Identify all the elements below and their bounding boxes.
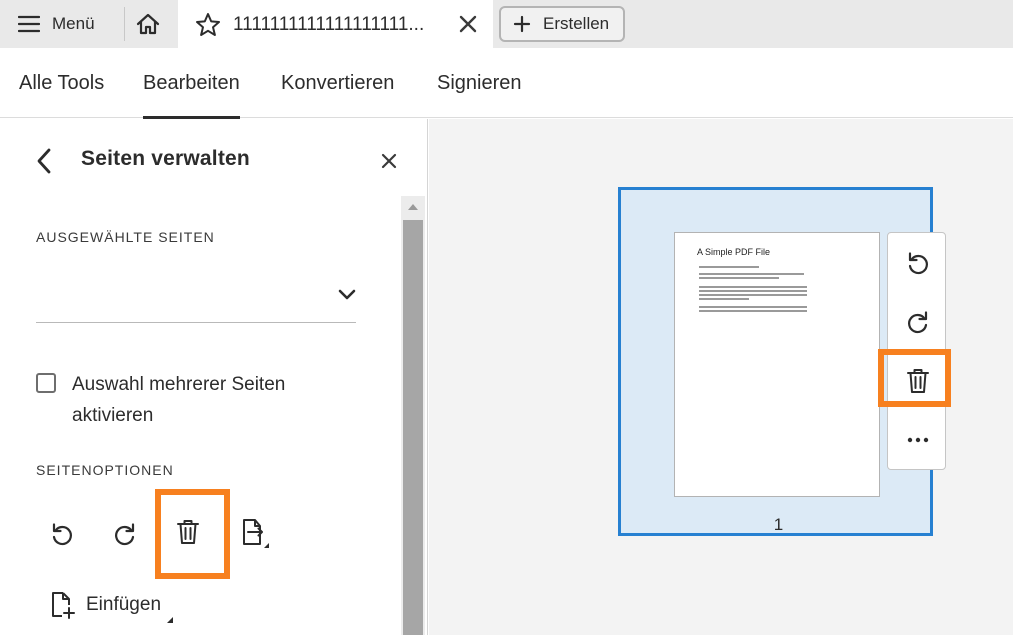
extract-page-icon — [238, 517, 270, 549]
page-canvas: A Simple PDF File 1 — [429, 119, 1013, 635]
pdf-text-line — [699, 306, 807, 308]
pdf-text-line — [699, 294, 807, 296]
pdf-preview-title: A Simple PDF File — [697, 247, 771, 257]
create-button[interactable]: Erstellen — [499, 6, 625, 42]
toolbar-rotate-left-button[interactable] — [888, 241, 947, 285]
pdf-text-line — [699, 273, 804, 275]
selected-pages-label: AUSGEWÄHLTE SEITEN — [36, 229, 215, 245]
insert-label: Einfügen — [86, 594, 162, 615]
trash-icon — [175, 518, 201, 546]
selected-pages-dropdown[interactable] — [36, 275, 356, 323]
close-tab-icon[interactable] — [458, 14, 478, 34]
pdf-text-line — [699, 277, 779, 279]
scroll-thumb[interactable] — [403, 220, 423, 635]
hamburger-icon — [18, 15, 40, 33]
pdf-text-line — [699, 286, 807, 288]
home-button[interactable] — [130, 6, 166, 42]
rotate-left-button[interactable] — [42, 514, 82, 554]
multi-select-checkbox[interactable] — [36, 373, 56, 393]
page-options-label: SEITENOPTIONEN — [36, 462, 174, 478]
rotate-counterclockwise-icon — [49, 521, 75, 547]
delete-page-button[interactable] — [168, 512, 208, 552]
pdf-text-line — [699, 310, 807, 312]
pdf-text-line — [699, 266, 759, 268]
insert-button[interactable]: Einfügen — [48, 589, 174, 623]
panel-scrollbar[interactable] — [401, 196, 425, 635]
multi-select-label: Auswahl mehrerer Seiten aktivieren — [72, 374, 286, 426]
more-options-icon — [907, 437, 929, 443]
document-tab[interactable]: 1111111111111111111... — [178, 0, 493, 48]
pdf-text-line — [699, 290, 807, 292]
nav-edit[interactable]: Bearbeiten — [143, 72, 240, 119]
chevron-down-icon — [338, 289, 356, 301]
tool-nav: Alle Tools Bearbeiten Konvertieren Signi… — [0, 48, 1013, 119]
tab-divider — [124, 7, 125, 41]
manage-pages-panel: Seiten verwalten AUSGEWÄHLTE SEITEN Ausw… — [0, 119, 428, 635]
toolbar-delete-highlight — [878, 349, 951, 407]
toolbar-more-button[interactable] — [888, 418, 947, 462]
nav-sign[interactable]: Signieren — [437, 72, 522, 95]
rotate-clockwise-icon — [112, 521, 138, 547]
back-arrow-icon[interactable] — [34, 147, 54, 175]
add-page-icon — [48, 590, 76, 620]
document-tab-title: 1111111111111111111... — [233, 14, 425, 35]
rotate-right-button[interactable] — [105, 514, 145, 554]
dropdown-corner-icon — [167, 617, 174, 623]
plus-icon — [513, 15, 531, 33]
panel-title: Seiten verwalten — [81, 147, 250, 170]
page-number: 1 — [773, 515, 784, 534]
menu-button[interactable]: Menü — [10, 6, 103, 42]
rotate-clockwise-icon — [905, 309, 931, 335]
menu-label: Menü — [52, 14, 95, 33]
top-tab-bar: Menü 1111111111111111111... Erstellen — [0, 0, 1013, 48]
create-label: Erstellen — [543, 14, 610, 33]
home-icon — [135, 12, 161, 36]
nav-convert[interactable]: Konvertieren — [281, 72, 394, 95]
rotate-counterclockwise-icon — [905, 250, 931, 276]
toolbar-rotate-right-button[interactable] — [888, 300, 947, 344]
star-icon[interactable] — [194, 11, 222, 39]
nav-all-tools[interactable]: Alle Tools — [19, 72, 104, 95]
scroll-up-arrow-icon[interactable] — [401, 196, 425, 218]
pdf-text-line — [699, 298, 749, 300]
extract-pages-button[interactable] — [234, 513, 274, 553]
page-thumbnail[interactable]: A Simple PDF File — [674, 232, 880, 497]
close-panel-icon[interactable] — [380, 152, 398, 170]
